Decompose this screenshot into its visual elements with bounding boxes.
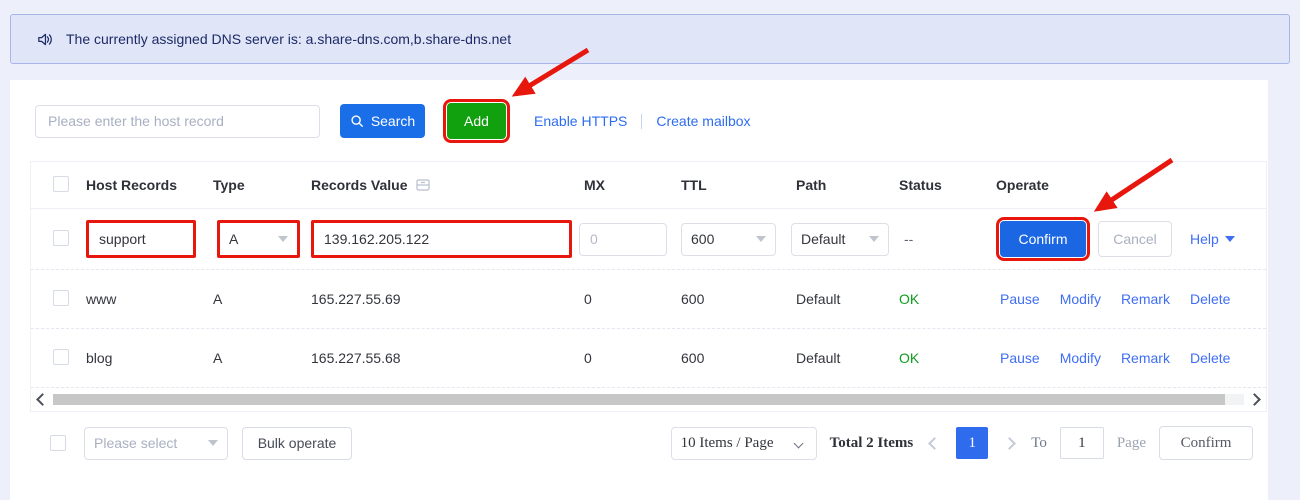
- modify-link[interactable]: Modify: [1060, 291, 1101, 307]
- col-records-value: Records Value: [311, 177, 408, 193]
- delete-link[interactable]: Delete: [1190, 350, 1230, 366]
- help-dropdown[interactable]: Help: [1190, 231, 1235, 247]
- horizontal-scrollbar: [31, 388, 1266, 411]
- col-host-records: Host Records: [86, 177, 213, 193]
- caret-down-icon: [869, 236, 879, 242]
- table-footer: Please select Bulk operate 10 Items / Pa…: [10, 423, 1268, 463]
- search-button-label: Search: [371, 113, 415, 129]
- search-button[interactable]: Search: [340, 104, 425, 138]
- path-cell: Default: [791, 350, 899, 366]
- pause-link[interactable]: Pause: [1000, 350, 1040, 366]
- speaker-icon: [35, 30, 54, 49]
- row-checkbox[interactable]: [53, 230, 69, 246]
- path-cell: Default: [791, 291, 899, 307]
- field-box-icon[interactable]: [416, 178, 430, 192]
- cancel-button[interactable]: Cancel: [1098, 221, 1172, 257]
- total-items-label: Total 2 Items: [830, 435, 914, 452]
- delete-link[interactable]: Delete: [1190, 291, 1230, 307]
- scrollbar-thumb[interactable]: [53, 394, 1225, 405]
- select-all-checkbox[interactable]: [53, 176, 69, 192]
- remark-link[interactable]: Remark: [1121, 350, 1170, 366]
- ttl-select-value: 600: [691, 231, 714, 247]
- ttl-select[interactable]: 600: [681, 223, 776, 256]
- confirm-button[interactable]: Confirm: [1000, 221, 1086, 257]
- type-select[interactable]: A: [217, 220, 300, 258]
- col-ttl: TTL: [681, 177, 791, 193]
- link-divider: [641, 114, 642, 129]
- host-record-input[interactable]: [86, 220, 196, 258]
- chevron-left-icon[interactable]: [926, 435, 943, 452]
- goto-page-input[interactable]: [1060, 427, 1104, 459]
- status-value: --: [899, 231, 996, 247]
- footer-select-all-checkbox[interactable]: [50, 435, 66, 451]
- pagination: 10 Items / Page Total 2 Items 1 To Page …: [671, 426, 1253, 460]
- col-status: Status: [899, 177, 996, 193]
- path-select[interactable]: Default: [791, 223, 889, 256]
- table-row: www A 165.227.55.69 0 600 Default OK Pau…: [31, 270, 1266, 329]
- table-header-row: Host Records Type Records Value MX TTL P…: [31, 162, 1266, 209]
- dns-records-table: Host Records Type Records Value MX TTL P…: [30, 161, 1267, 412]
- col-operate: Operate: [996, 177, 1266, 193]
- record-value-input[interactable]: [311, 220, 572, 258]
- modify-link[interactable]: Modify: [1060, 350, 1101, 366]
- chevron-left-icon[interactable]: [34, 391, 51, 408]
- caret-down-icon: [756, 236, 766, 242]
- goto-suffix-label: Page: [1117, 435, 1146, 452]
- type-cell: A: [213, 291, 311, 307]
- type-select-value: A: [229, 231, 238, 247]
- host-cell: blog: [86, 350, 213, 366]
- bulk-select-value: Please select: [94, 435, 177, 451]
- page-size-select[interactable]: 10 Items / Page: [671, 427, 817, 460]
- col-path: Path: [791, 177, 899, 193]
- help-label: Help: [1190, 231, 1219, 247]
- pagination-confirm-button[interactable]: Confirm: [1159, 426, 1253, 460]
- status-badge: OK: [899, 291, 996, 307]
- banner-text: The currently assigned DNS server is: a.…: [66, 31, 511, 47]
- host-cell: www: [86, 291, 213, 307]
- content-card: Search Add Enable HTTPS Create mailbox H…: [10, 80, 1268, 500]
- mx-cell: 0: [579, 350, 681, 366]
- goto-prefix-label: To: [1031, 435, 1047, 452]
- ttl-cell: 600: [681, 291, 791, 307]
- path-select-value: Default: [801, 231, 845, 247]
- caret-down-icon: [1225, 236, 1235, 242]
- table-row: blog A 165.227.55.68 0 600 Default OK Pa…: [31, 329, 1266, 388]
- ttl-cell: 600: [681, 350, 791, 366]
- scrollbar-track[interactable]: [53, 394, 1244, 405]
- search-input[interactable]: [35, 105, 320, 138]
- mx-input[interactable]: [579, 223, 667, 256]
- page-size-value: 10 Items / Page: [681, 435, 774, 452]
- col-type: Type: [213, 177, 311, 193]
- value-cell: 165.227.55.69: [311, 291, 579, 307]
- type-cell: A: [213, 350, 311, 366]
- bulk-action-select[interactable]: Please select: [84, 427, 228, 460]
- bulk-operate-button[interactable]: Bulk operate: [242, 427, 352, 460]
- row-checkbox[interactable]: [53, 349, 69, 365]
- edit-record-row: A 600 Default -- Confirm: [31, 209, 1266, 270]
- status-badge: OK: [899, 350, 996, 366]
- dns-server-banner: The currently assigned DNS server is: a.…: [10, 14, 1290, 64]
- col-mx: MX: [579, 177, 681, 193]
- chevron-right-icon[interactable]: [1001, 435, 1018, 452]
- value-cell: 165.227.55.68: [311, 350, 579, 366]
- chevron-down-icon: [790, 435, 807, 452]
- toolbar: Search Add Enable HTTPS Create mailbox: [10, 80, 1268, 139]
- mx-cell: 0: [579, 291, 681, 307]
- search-icon: [350, 114, 364, 128]
- chevron-right-icon[interactable]: [1246, 391, 1263, 408]
- create-mailbox-link[interactable]: Create mailbox: [656, 113, 750, 129]
- page-number-button[interactable]: 1: [956, 427, 988, 459]
- remark-link[interactable]: Remark: [1121, 291, 1170, 307]
- add-button[interactable]: Add: [447, 103, 506, 139]
- caret-down-icon: [208, 440, 218, 446]
- pause-link[interactable]: Pause: [1000, 291, 1040, 307]
- enable-https-link[interactable]: Enable HTTPS: [534, 113, 627, 129]
- row-checkbox[interactable]: [53, 290, 69, 306]
- caret-down-icon: [278, 236, 288, 242]
